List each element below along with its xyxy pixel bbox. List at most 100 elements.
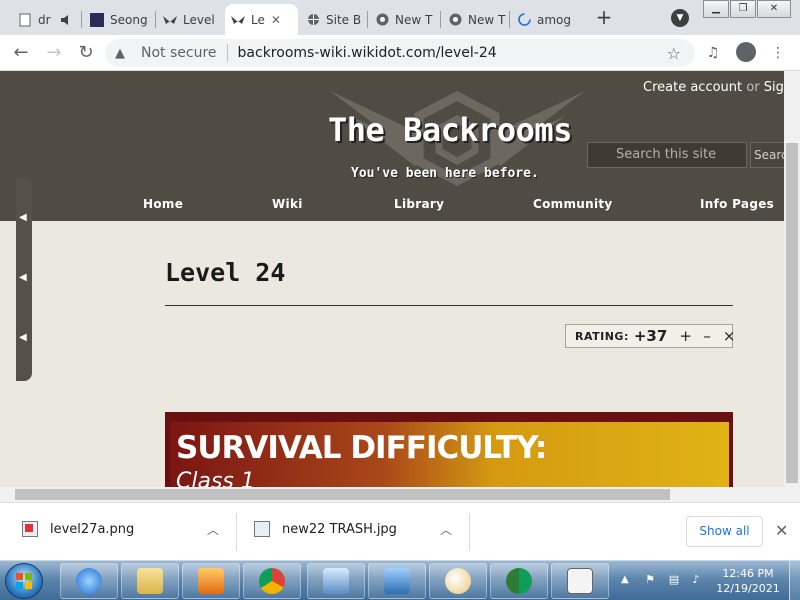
download-item[interactable]: new22 TRASH.jpg [254, 521, 397, 537]
rate-down-button[interactable]: – [703, 327, 711, 345]
taskbar-media-player[interactable] [182, 563, 240, 599]
back-arrow-icon[interactable]: ← [9, 41, 33, 65]
minimize-icon[interactable]: ▁ [703, 0, 729, 18]
chrome-icon [448, 13, 462, 27]
clock-time: 12:46 PM [722, 567, 774, 580]
rate-up-button[interactable]: + [679, 327, 692, 345]
show-all-downloads-button[interactable]: Show all [686, 516, 763, 547]
media-control-icon[interactable]: ♫ [703, 43, 723, 63]
site-title[interactable]: The Backrooms [328, 111, 572, 149]
title-divider [165, 305, 733, 306]
taskbar-photo-viewer[interactable] [368, 563, 426, 599]
menu-dots-icon[interactable]: ⋮ [768, 43, 788, 63]
chevron-up-icon[interactable]: ︿ [440, 521, 452, 538]
taskbar-chrome-2[interactable] [490, 563, 548, 599]
rating-label: RATING: [575, 329, 629, 343]
notepad-icon [567, 568, 593, 594]
download-filename[interactable]: level27a.png [50, 522, 134, 537]
photo-viewer-icon [384, 568, 410, 594]
side-arrow-icon[interactable]: ◀ [19, 332, 29, 343]
taskbar-explorer[interactable] [121, 563, 179, 599]
maximize-icon[interactable]: ❐ [730, 0, 756, 18]
site-subtitle: You've been here before. [351, 166, 539, 181]
tab-label: Le [251, 12, 265, 27]
show-desktop-button[interactable] [789, 561, 800, 600]
taskbar-chrome[interactable] [243, 563, 301, 599]
tab-5[interactable]: Site B [300, 4, 366, 35]
profile-avatar-icon[interactable] [736, 42, 756, 62]
warning-triangle-icon[interactable]: ▲ [115, 46, 131, 61]
tab-8[interactable]: amog [511, 4, 581, 35]
side-arrow-icon[interactable]: ◀ [19, 272, 29, 283]
clock-date: 12/19/2021 [716, 582, 780, 595]
tab-1[interactable]: dr [12, 4, 78, 35]
tab-7[interactable]: New T [442, 4, 508, 35]
url-text[interactable]: backrooms-wiki.wikidot.com/level-24 [238, 45, 497, 61]
browser-toolbar: ← → ↻ ▲ Not secure backrooms-wiki.wikido… [0, 35, 800, 71]
taskbar-control-panel[interactable] [307, 563, 365, 599]
banner-gradient: SURVIVAL DIFFICULTY: Class 1 [170, 422, 729, 487]
vertical-scroll-thumb[interactable] [786, 143, 798, 483]
security-label[interactable]: Not secure [141, 45, 217, 61]
nav-library[interactable]: Library [394, 197, 444, 211]
nav-info-pages[interactable]: Info Pages [700, 197, 774, 211]
tab-4-active[interactable]: Le ✕ [225, 4, 298, 35]
chevron-up-icon[interactable]: ︿ [207, 521, 219, 538]
address-bar[interactable]: ▲ Not secure backrooms-wiki.wikidot.com/… [105, 39, 695, 67]
reload-icon[interactable]: ↻ [74, 41, 98, 65]
action-center-flag-icon[interactable]: ⚑ [643, 573, 657, 587]
volume-icon[interactable]: ♪ [689, 573, 703, 587]
folder-icon [137, 568, 163, 594]
tab-divider [81, 11, 82, 28]
tab-search-icon[interactable]: ▼ [671, 9, 689, 27]
page-icon [18, 13, 32, 27]
tab-2[interactable]: Seong [84, 4, 154, 35]
page-viewport: The Backrooms You've been here before. C… [0, 71, 800, 487]
bookmark-star-icon[interactable]: ☆ [667, 44, 681, 63]
rating-module: RATING: +37 + – × [565, 324, 736, 348]
screen: dr Seong Level Le ✕ Site B New T New T a… [0, 0, 800, 600]
taskbar-paint[interactable] [429, 563, 487, 599]
paint-palette-icon [445, 568, 471, 594]
media-player-icon [198, 568, 224, 594]
tray-expand-icon[interactable]: ▲ [621, 574, 629, 585]
rating-value: +37 [633, 327, 668, 345]
new-tab-button[interactable]: + [593, 6, 615, 28]
tab-label: Seong [110, 12, 148, 27]
nav-home[interactable]: Home [143, 197, 183, 211]
nav-community[interactable]: Community [533, 197, 613, 211]
speaker-icon[interactable] [59, 13, 73, 27]
tab-label: amog [537, 12, 572, 27]
tab-label: Site B [326, 12, 362, 27]
system-clock[interactable]: 12:46 PM 12/19/2021 [712, 566, 784, 596]
backrooms-wings-icon [231, 13, 245, 27]
horizontal-scroll-thumb[interactable] [15, 489, 670, 500]
site-header: The Backrooms You've been here before. C… [0, 71, 792, 221]
close-window-icon[interactable]: ✕ [757, 0, 791, 18]
network-icon[interactable]: ▤ [667, 573, 681, 587]
download-item[interactable]: level27a.png [22, 521, 134, 537]
tab-divider [155, 11, 156, 28]
tab-close-icon[interactable]: ✕ [271, 13, 281, 27]
close-downloads-icon[interactable]: ✕ [775, 521, 788, 540]
site-search-input[interactable]: Search this site [587, 142, 747, 168]
loading-spinner-icon [517, 13, 531, 27]
image-file-icon [22, 521, 38, 537]
taskbar-internet-explorer[interactable] [60, 563, 118, 599]
tab-3[interactable]: Level [157, 4, 223, 35]
account-or-text: or [746, 80, 760, 95]
banner-title: SURVIVAL DIFFICULTY: [176, 430, 547, 466]
side-arrow-icon[interactable]: ◀ [19, 212, 29, 223]
create-account-link[interactable]: Create account [643, 80, 742, 95]
start-button[interactable] [5, 563, 43, 599]
side-panel-tab[interactable]: ◀ ◀ ◀ [16, 177, 32, 381]
downloads-bar: level27a.png ︿ new22 TRASH.jpg ︿ Show al… [0, 502, 800, 560]
taskbar-notepad[interactable] [551, 563, 609, 599]
tab-6[interactable]: New T [369, 4, 439, 35]
download-filename[interactable]: new22 TRASH.jpg [282, 522, 397, 537]
forward-arrow-icon[interactable]: → [42, 41, 66, 65]
globe-icon [306, 13, 320, 27]
rate-cancel-button[interactable]: × [723, 327, 736, 345]
nav-wiki[interactable]: Wiki [272, 197, 303, 211]
backrooms-wings-icon [163, 13, 177, 27]
